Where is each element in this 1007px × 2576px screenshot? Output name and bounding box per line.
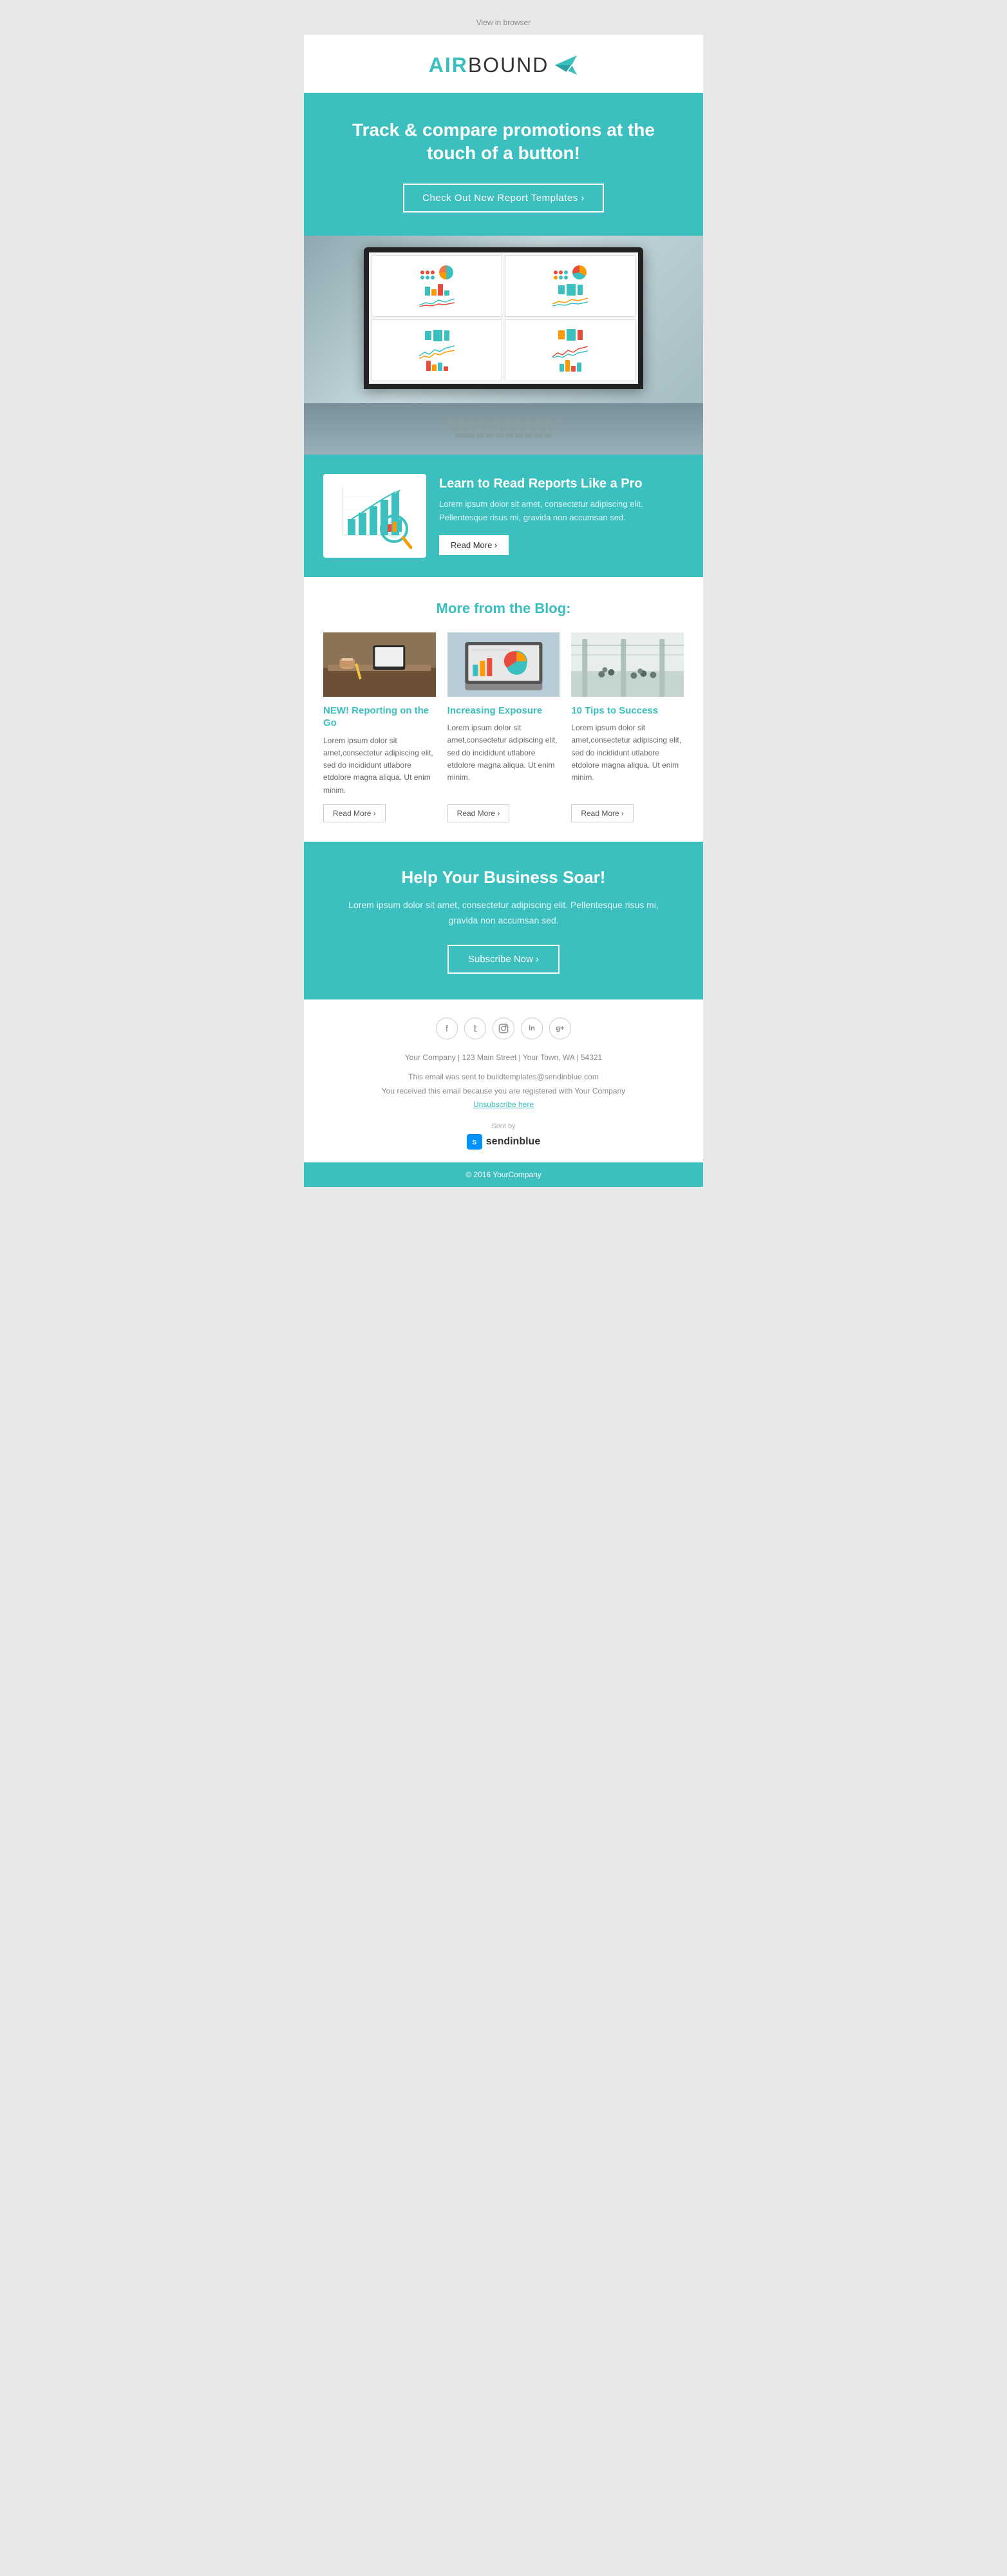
feature-image: [323, 474, 426, 558]
blog-section-title: More from the Blog:: [323, 600, 684, 617]
blog-card-1: NEW! Reporting on the Go Lorem ipsum dol…: [323, 632, 436, 822]
sendinblue-icon: S: [467, 1134, 482, 1150]
copyright-text: © 2016 YourCompany: [466, 1170, 541, 1179]
blog-card-desc-2: Lorem ipsum dolor sit amet,consectetur a…: [447, 722, 560, 796]
googleplus-icon[interactable]: g+: [549, 1018, 571, 1039]
twitter-icon[interactable]: 𝕥: [464, 1018, 486, 1039]
blog-image-3: [571, 632, 684, 697]
cta-section: Help Your Business Soar! Lorem ipsum dol…: [304, 842, 703, 1000]
blog-read-more-button-3[interactable]: Read More ›: [571, 804, 634, 822]
blog-card-title-1: NEW! Reporting on the Go: [323, 705, 436, 730]
feature-read-more-button[interactable]: Read More ›: [439, 535, 509, 555]
blog-image-2: [447, 632, 560, 697]
feature-title: Learn to Read Reports Like a Pro: [439, 477, 684, 491]
blog-grid: NEW! Reporting on the Go Lorem ipsum dol…: [323, 632, 684, 822]
feature-section: Learn to Read Reports Like a Pro Lorem i…: [304, 455, 703, 577]
blog-image-1: [323, 632, 436, 697]
blog-read-more-button-2[interactable]: Read More ›: [447, 804, 510, 822]
logo-bound: BOUND: [468, 53, 549, 77]
blog-card-3: 10 Tips to Success Lorem ipsum dolor sit…: [571, 632, 684, 822]
hero-section: Track & compare promotions at the touch …: [304, 93, 703, 236]
svg-text:S: S: [472, 1139, 476, 1146]
footer-address: Your Company | 123 Main Street | Your To…: [323, 1051, 684, 1065]
hero-cta-button[interactable]: Check Out New Report Templates ›: [403, 184, 604, 213]
cta-description: Lorem ipsum dolor sit amet, consectetur …: [343, 898, 664, 929]
footer-email-notice: This email was sent to buildtemplates@se…: [323, 1070, 684, 1112]
blog-section: More from the Blog:: [304, 577, 703, 842]
hero-laptop-image: [304, 236, 703, 455]
sendinblue-logo: S sendinblue: [467, 1134, 540, 1150]
blog-card-title-2: Increasing Exposure: [447, 705, 560, 717]
blog-card-desc-1: Lorem ipsum dolor sit amet,consectetur a…: [323, 735, 436, 797]
logo-plane-icon: [554, 53, 578, 77]
blog-card-title-3: 10 Tips to Success: [571, 705, 684, 717]
sendinblue-name: sendinblue: [486, 1136, 540, 1148]
view-in-browser-link[interactable]: View in browser: [304, 13, 703, 35]
facebook-icon[interactable]: f: [436, 1018, 458, 1039]
feature-text: Learn to Read Reports Like a Pro Lorem i…: [439, 477, 684, 555]
footer-section: f 𝕥 in g+ Your Company | 123 Main Street…: [304, 999, 703, 1162]
sent-by-label: Sent by: [323, 1122, 684, 1130]
footer-bottom: © 2016 YourCompany: [304, 1162, 703, 1187]
unsubscribe-link[interactable]: Unsubscribe here: [473, 1100, 534, 1109]
social-icons-row: f 𝕥 in g+: [323, 1018, 684, 1039]
blog-card-2: Increasing Exposure Lorem ipsum dolor si…: [447, 632, 560, 822]
linkedin-icon[interactable]: in: [521, 1018, 543, 1039]
instagram-icon[interactable]: [493, 1018, 514, 1039]
cta-title: Help Your Business Soar!: [343, 867, 664, 887]
blog-read-more-button-1[interactable]: Read More ›: [323, 804, 386, 822]
logo-section: AIRBOUND: [304, 35, 703, 93]
subscribe-button[interactable]: Subscribe Now ›: [447, 945, 560, 974]
logo-air: AIR: [429, 53, 468, 77]
hero-title: Track & compare promotions at the touch …: [343, 118, 664, 166]
blog-card-desc-3: Lorem ipsum dolor sit amet,consectetur a…: [571, 722, 684, 796]
feature-description: Lorem ipsum dolor sit amet, consectetur …: [439, 498, 684, 525]
